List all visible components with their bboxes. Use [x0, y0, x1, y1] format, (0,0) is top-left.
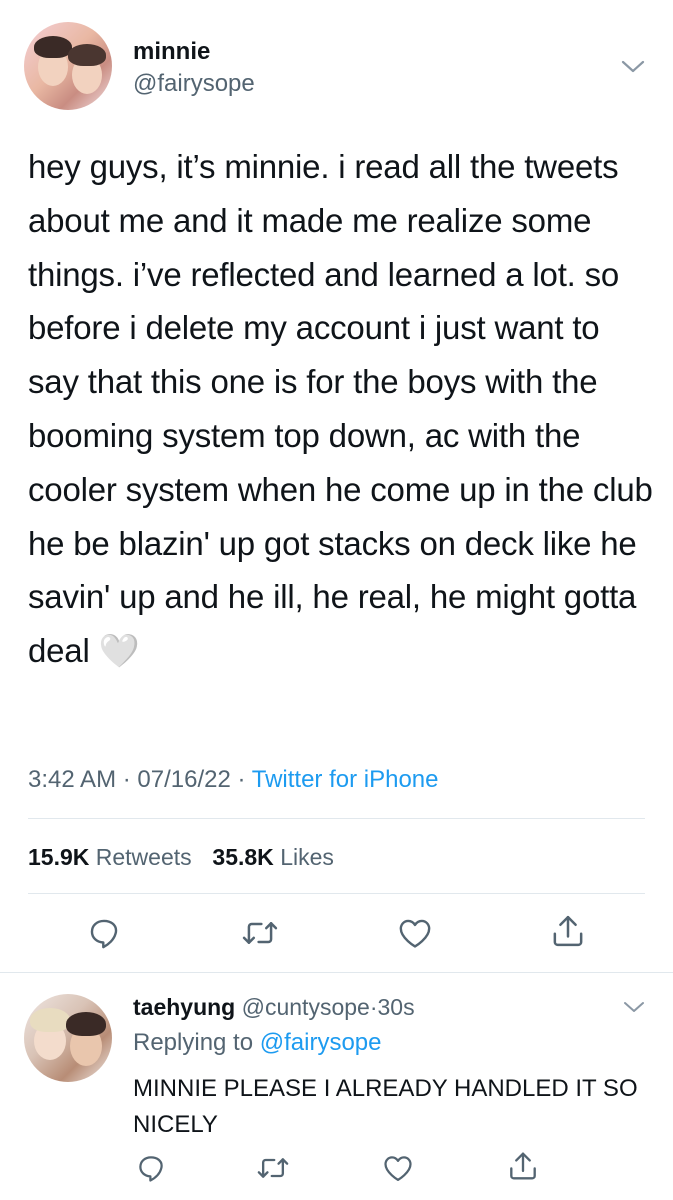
tweet-source-link[interactable]: Twitter for iPhone [252, 766, 439, 793]
meta-separator: · [122, 766, 138, 793]
likes-stat[interactable]: 35.8K Likes [212, 844, 333, 870]
tweet-stats: 15.9K Retweets 35.8K Likes [28, 844, 334, 871]
tweet-date: 07/16/22 [137, 766, 231, 793]
section-divider [0, 972, 673, 973]
meta-separator: · [237, 766, 252, 793]
divider [28, 818, 645, 819]
share-icon [510, 1152, 536, 1180]
reply-button[interactable] [84, 913, 124, 953]
retweet-button[interactable] [240, 913, 280, 953]
reply-chevron-down-icon[interactable] [622, 998, 646, 1016]
retweets-stat[interactable]: 15.9K Retweets [28, 844, 192, 870]
share-button[interactable] [548, 911, 588, 951]
share-icon [553, 915, 583, 947]
reply-text: MINNIE PLEASE I ALREADY HANDLED IT SO NI… [133, 1075, 638, 1138]
reply-time: 30s [377, 994, 415, 1020]
author-avatar[interactable] [24, 22, 112, 110]
replying-to: Replying to @fairysope [133, 1029, 382, 1057]
divider [28, 893, 645, 894]
reply-author-avatar[interactable] [24, 994, 112, 1082]
meta-separator: · [369, 994, 378, 1020]
like-icon [384, 1156, 412, 1181]
tweet-text: hey guys, it’s minnie. i read all the tw… [28, 148, 653, 670]
retweets-count: 15.9K [28, 844, 90, 870]
likes-label: Likes [280, 844, 334, 870]
reply-author-handle[interactable]: @cuntysope [242, 994, 370, 1020]
reply-icon [139, 1156, 163, 1182]
replying-prefix: Replying to [133, 1029, 254, 1056]
author-name[interactable]: minnie [133, 38, 210, 66]
reply-like-button[interactable] [378, 1148, 418, 1188]
reply-share-button[interactable] [503, 1146, 543, 1186]
reply-author-name[interactable]: taehyung [133, 994, 235, 1020]
like-button[interactable] [395, 913, 435, 953]
reply-reply-button[interactable] [131, 1148, 171, 1188]
retweet-icon [257, 1158, 289, 1178]
replying-to-link[interactable]: @fairysope [260, 1029, 382, 1056]
likes-count: 35.8K [212, 844, 274, 870]
author-handle[interactable]: @fairysope [133, 70, 255, 98]
tweet-time: 3:42 AM [28, 766, 117, 793]
reply-icon [90, 919, 118, 949]
reply-header: taehyung @cuntysope·30s [133, 994, 415, 1021]
like-icon [399, 919, 431, 948]
retweet-icon [242, 922, 278, 944]
tweet-meta: 3:42 AM · 07/16/22 · Twitter for iPhone [28, 766, 438, 794]
chevron-down-icon[interactable] [620, 56, 646, 76]
reply-retweet-button[interactable] [253, 1148, 293, 1188]
retweets-label: Retweets [95, 844, 192, 870]
